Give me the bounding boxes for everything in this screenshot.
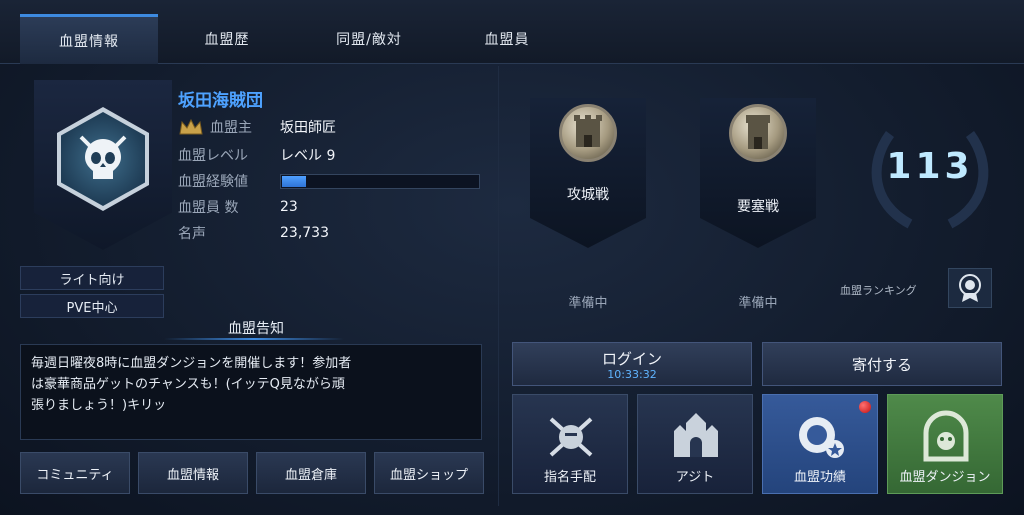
wanted-label: 指名手配 (543, 470, 596, 485)
clan-info-panel: ライト向け PVE中心 坂田海賊団 血盟主 坂田師匠 血盟レベル レベル 9 血… (14, 66, 498, 506)
ranking-value: 113 (886, 146, 974, 187)
siege-war-status: 準備中 (568, 296, 608, 311)
achievement-label: 血盟功績 (793, 470, 846, 485)
notice-line: 張りましょう！)キリッ (31, 398, 167, 413)
members-value: 23 (280, 199, 298, 215)
hideout-button[interactable]: アジト (637, 394, 753, 494)
clan-tag-casual: ライト向け (20, 266, 164, 290)
hideout-icon (674, 413, 718, 457)
fortress-tower-icon (729, 104, 787, 162)
notice-title: 血盟告知 (228, 321, 284, 337)
exp-bar (280, 173, 480, 189)
crown-icon (179, 118, 203, 135)
exp-bar-fill (282, 175, 306, 187)
notice-box: 毎週日曜夜8時に血盟ダンジョンを開催します！参加者 は豪華商品ゲットのチャンスも… (20, 344, 482, 440)
clan-dungeon-button[interactable]: 血盟ダンジョン (887, 394, 1003, 494)
fame-value: 23,733 (280, 225, 329, 241)
clan-warehouse-button[interactable]: 血盟倉庫 (256, 452, 366, 494)
ranking-label: 血盟ランキング (840, 284, 917, 297)
fame-label: 名声 (178, 226, 206, 242)
fortress-war-status: 準備中 (738, 296, 778, 311)
fortress-war-title: 要塞戦 (737, 199, 779, 215)
exp-label: 血盟経験値 (178, 174, 248, 190)
clan-tag-pve: PVE中心 (20, 294, 164, 318)
leader-label: 血盟主 (210, 120, 252, 136)
clan-activity-panel: 攻城戦 準備中 要塞戦 準備中 113 血盟ランキング ログイン 10:33:3… (500, 66, 1020, 506)
notice-line: は豪華商品ゲットのチャンスも！(イッテQ見ながら頑 (31, 377, 345, 392)
notice-title-underline (164, 338, 344, 340)
emblem-banner (34, 80, 172, 250)
members-row: 血盟員 数 23 (178, 196, 298, 218)
login-label: ログイン (601, 349, 662, 368)
leader-row: 血盟主 坂田師匠 (178, 116, 336, 138)
clan-name: 坂田海賊団 (178, 91, 263, 111)
clan-shop-button[interactable]: 血盟ショップ (374, 452, 484, 494)
level-row: 血盟レベル レベル 9 (178, 144, 335, 166)
dungeon-label: 血盟ダンジョン (899, 470, 991, 485)
achievement-icon (799, 417, 844, 458)
exp-row: 血盟経験値 (178, 170, 480, 192)
leader-name: 坂田師匠 (280, 120, 336, 136)
tab-clan-members[interactable]: 血盟員 (438, 14, 576, 64)
clan-achievement-button[interactable]: 血盟功績 (762, 394, 878, 494)
hideout-label: アジト (675, 470, 715, 485)
level-value: レベル 9 (280, 148, 336, 164)
panel-divider (498, 66, 499, 506)
level-label: 血盟レベル (178, 148, 248, 164)
clan-screen: 血盟情報 血盟歴 同盟/敵対 血盟員 ライト向け PVE中心 坂田海賊団 血盟主… (0, 0, 1024, 515)
tab-alliance-hostile[interactable]: 同盟/敵対 (300, 14, 438, 64)
donate-button[interactable]: 寄付する (762, 342, 1002, 386)
tab-bar: 血盟情報 血盟歴 同盟/敵対 血盟員 (0, 0, 1024, 64)
ranking-badge-icon[interactable] (948, 268, 992, 308)
notice-line: 毎週日曜夜8時に血盟ダンジョンを開催します！参加者 (31, 356, 352, 371)
login-timer: 10:33:32 (607, 367, 657, 381)
wanted-icon (549, 417, 593, 457)
donate-label: 寄付する (851, 355, 912, 374)
clan-info-button[interactable]: 血盟情報 (138, 452, 248, 494)
skull-icon (79, 135, 127, 179)
siege-castle-icon (559, 104, 617, 162)
wanted-button[interactable]: 指名手配 (512, 394, 628, 494)
fame-row: 名声 23,733 (178, 222, 329, 244)
community-button[interactable]: コミュニティ (20, 452, 130, 494)
members-label: 血盟員 数 (178, 200, 239, 216)
notification-dot (859, 401, 871, 413)
tab-clan-history[interactable]: 血盟歴 (158, 14, 296, 64)
login-button[interactable]: ログイン 10:33:32 (512, 342, 752, 386)
siege-war-title: 攻城戦 (567, 187, 609, 203)
dungeon-icon (923, 410, 969, 462)
tab-clan-info[interactable]: 血盟情報 (20, 14, 158, 64)
